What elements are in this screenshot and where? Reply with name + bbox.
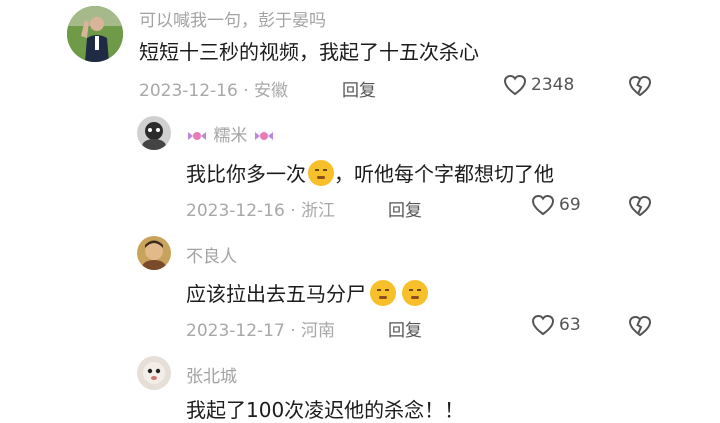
- heart-outline-icon: [503, 74, 527, 96]
- comment-text: 我起了100次凌迟他的杀念！！: [186, 398, 465, 422]
- comment-date-location: 2023-12-16 · 安徽: [139, 81, 289, 101]
- like-button[interactable]: 69: [531, 194, 581, 216]
- heart-outline-icon: [531, 194, 555, 216]
- broken-heart-icon[interactable]: [627, 194, 653, 218]
- like-button[interactable]: 2348: [503, 74, 574, 96]
- comment-text: 我比你多一次 ，听他每个字都想切了他: [186, 160, 554, 186]
- comment-username[interactable]: 可以喊我一句，彭于晏吗: [139, 6, 326, 31]
- comment-username[interactable]: 不良人: [186, 242, 237, 267]
- avatar[interactable]: [137, 236, 171, 270]
- like-count: 63: [559, 315, 581, 335]
- reply-button[interactable]: 回复: [342, 76, 376, 101]
- like-count: 2348: [531, 75, 575, 95]
- broken-heart-icon[interactable]: [627, 314, 653, 338]
- comment-date-location: 2023-12-16 · 浙江: [186, 201, 336, 221]
- comment-text: 应该拉出去五马分尸: [186, 278, 428, 307]
- reply-button[interactable]: 回复: [388, 196, 422, 221]
- candy-icon: [188, 132, 206, 140]
- comment-date-location: 2023-12-17 · 河南: [186, 321, 336, 341]
- heart-outline-icon: [531, 314, 555, 336]
- comment-text: 短短十三秒的视频，我起了十五次杀心: [139, 40, 479, 64]
- comment-username[interactable]: 糯米: [186, 121, 275, 146]
- comment-username[interactable]: 张北城: [186, 362, 237, 387]
- smirk-emoji: [402, 280, 428, 306]
- broken-heart-icon[interactable]: [627, 74, 653, 98]
- candy-icon: [254, 132, 273, 140]
- avatar[interactable]: [137, 356, 171, 390]
- smirk-emoji: [370, 280, 396, 306]
- like-count: 69: [559, 195, 581, 215]
- avatar[interactable]: [137, 116, 171, 150]
- avatar[interactable]: [67, 6, 123, 62]
- reply-button[interactable]: 回复: [388, 316, 422, 341]
- like-button[interactable]: 63: [531, 314, 581, 336]
- rofl-emoji: [308, 160, 334, 186]
